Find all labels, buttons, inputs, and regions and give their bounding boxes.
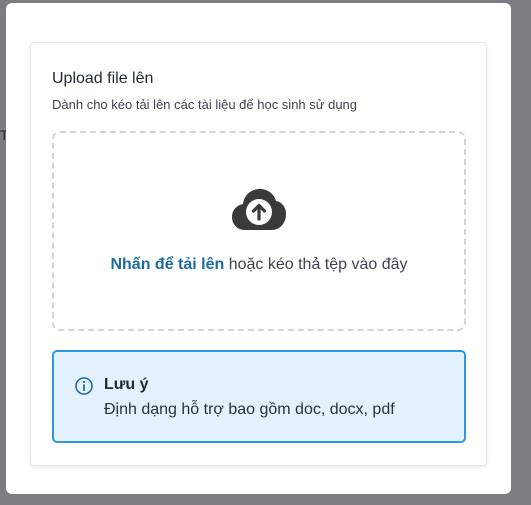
- dropzone-hint: hoặc kéo thả tệp vào đây: [224, 256, 408, 273]
- note-body: Định dạng hỗ trợ bao gồm doc, docx, pdf: [104, 401, 395, 418]
- upload-card: Upload file lên Dành cho kéo tải lên các…: [30, 42, 487, 466]
- upload-subtitle: Dành cho kéo tải lên các tài liệu để học…: [52, 97, 358, 112]
- upload-title: Upload file lên: [52, 70, 154, 87]
- note-title: Lưu ý: [104, 376, 149, 393]
- upload-modal: Upload file lên Dành cho kéo tải lên các…: [6, 3, 511, 494]
- file-dropzone[interactable]: Nhấn để tải lên hoặc kéo thả tệp vào đây: [52, 131, 466, 331]
- info-icon: [75, 377, 93, 395]
- cloud-upload-icon: [232, 189, 286, 230]
- dropzone-instructions: Nhấn để tải lên hoặc kéo thả tệp vào đây: [54, 255, 464, 275]
- note-alert: Lưu ý Định dạng hỗ trợ bao gồm doc, docx…: [52, 350, 466, 443]
- upload-link[interactable]: Nhấn để tải lên: [110, 256, 224, 273]
